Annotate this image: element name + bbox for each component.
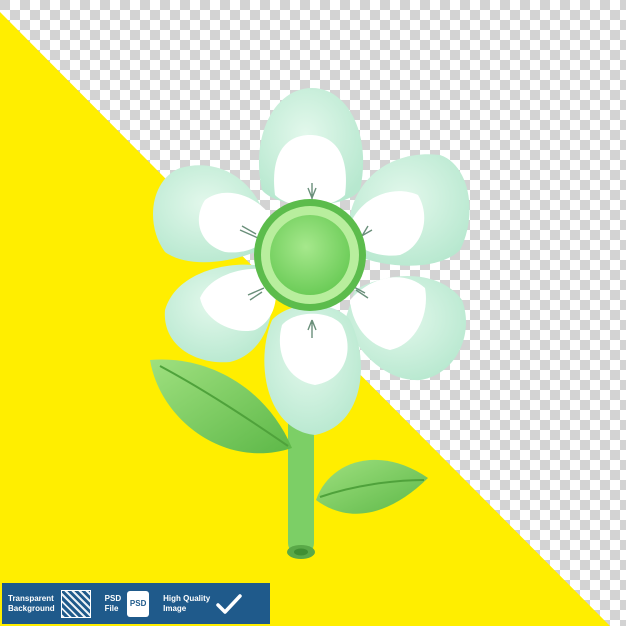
grid-icon [60,589,91,618]
artwork-canvas [0,0,626,626]
badge-label-quality: High Quality Image [163,593,211,613]
check-icon [216,593,242,614]
badge-label-transparent: Transparent Background [8,593,55,613]
badge-item-quality: High Quality Image [163,593,242,615]
feature-badge: Transparent Background PSD File PSD High… [2,583,270,624]
badge-item-psd: PSD File PSD [104,590,150,617]
flower-center [254,199,366,311]
badge-label-psd: PSD File [104,593,122,613]
psd-icon: PSD [127,590,150,617]
badge-item-transparent: Transparent Background [8,589,91,618]
